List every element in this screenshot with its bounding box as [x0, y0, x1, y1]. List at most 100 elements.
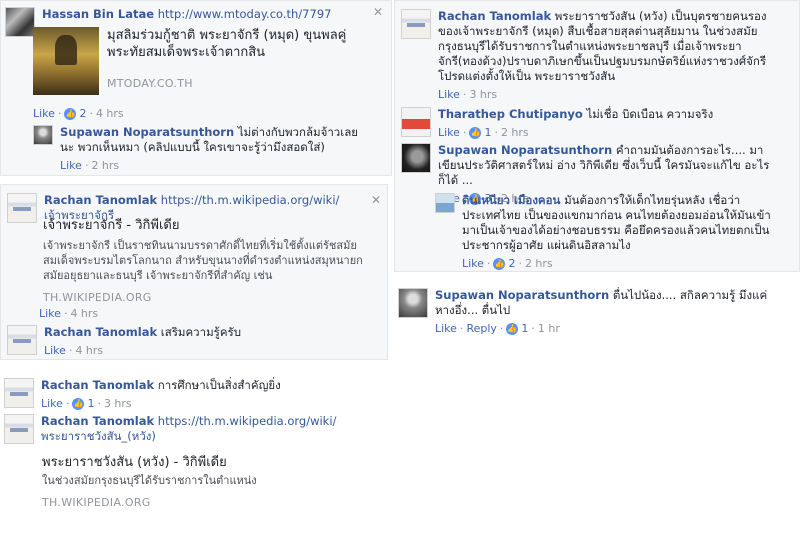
- like-button[interactable]: Like: [438, 125, 460, 140]
- like-button[interactable]: Like: [462, 256, 484, 271]
- comment-body: Supawan Noparatsunthorn ไม่ต่างกับพวกล้ม…: [60, 125, 363, 173]
- like-count[interactable]: 1: [484, 125, 491, 140]
- author-name[interactable]: Rachan Tanomlak: [41, 378, 154, 392]
- link-preview[interactable]: พระยาราชวังสัน (หวัง) - วิกิพีเดีย ในช่ว…: [42, 454, 362, 509]
- preview-description: ในช่วงสมัยกรุงธนบุรีได้รับราชการในตำแหน่…: [42, 474, 257, 487]
- author-name[interactable]: Rachan Tanomlak: [438, 9, 551, 23]
- comment-body: Rachan Tanomlak การศึกษาเป็นสิ่งสำคัญยิ่…: [41, 378, 281, 411]
- preview-title[interactable]: พระยาราชวังสัน (หวัง) - วิกิพีเดีย: [42, 454, 362, 471]
- comment-body: ดินเหนียว เมืองคอน มันต้องการให้เด็กไทยร…: [462, 193, 780, 271]
- like-button[interactable]: Like: [41, 396, 63, 411]
- author-name[interactable]: Rachan Tanomlak: [44, 193, 157, 207]
- timestamp[interactable]: 4 hrs: [75, 343, 103, 358]
- preview-domain: TH.WIKIPEDIA.ORG: [42, 496, 151, 509]
- comment-body: Supawan Noparatsunthorn ตื่นไปน้อง.... ส…: [435, 288, 779, 336]
- comment-panel-d: Rachan Tanomlak พระยาราชวังสัน (หวัง) เป…: [394, 0, 800, 272]
- like-thumb-icon: 👍: [493, 257, 506, 270]
- author-name[interactable]: Supawan Noparatsunthorn: [435, 288, 609, 302]
- comment-meta: Like · Reply · 👍 1 · 1 hr: [435, 321, 560, 336]
- avatar[interactable]: [7, 193, 37, 223]
- comment-meta: Like · 👍 1 · 2 hrs: [438, 125, 529, 140]
- like-thumb-icon: 👍: [506, 322, 519, 335]
- comment-link[interactable]: http://www.mtoday.co.th/7797: [158, 7, 332, 21]
- reply-button[interactable]: Reply: [466, 321, 496, 336]
- like-button[interactable]: Like: [438, 87, 460, 102]
- comment-text: การศึกษาเป็นสิ่งสำคัญยิ่ง: [157, 378, 281, 392]
- like-thumb-icon: 👍: [64, 107, 77, 120]
- comment-panel-e: Supawan Noparatsunthorn ตื่นไปน้อง.... ส…: [392, 280, 800, 342]
- comment: Supawan Noparatsunthorn ตื่นไปน้อง.... ส…: [398, 288, 794, 336]
- avatar[interactable]: [401, 107, 431, 137]
- comment-panel-b: ✕ Rachan Tanomlak https://th.m.wikipedia…: [0, 184, 388, 360]
- preview-title[interactable]: เจ้าพระยาจักรี - วิกิพีเดีย: [43, 217, 363, 234]
- like-count[interactable]: 1: [521, 321, 528, 336]
- like-button[interactable]: Like: [435, 321, 457, 336]
- comment-meta: Like · 👍 1 · 3 hrs: [41, 396, 132, 411]
- preview-image[interactable]: [33, 27, 99, 95]
- link-preview[interactable]: มุสลิมร่วมกู้ชาติ พระยาจักรี (หมุด) ขุนพ…: [33, 27, 353, 95]
- author-name[interactable]: Supawan Noparatsunthorn: [438, 143, 612, 157]
- like-count[interactable]: 2: [508, 256, 515, 271]
- avatar[interactable]: [435, 193, 455, 213]
- comment: Tharathep Chutipanyo ไม่เชื่อ บิดเบือน ค…: [401, 107, 793, 140]
- timestamp[interactable]: 2 hrs: [525, 256, 553, 271]
- like-thumb-icon: 👍: [469, 126, 482, 139]
- comment-text: ไม่เชื่อ บิดเบือน ความจริง: [586, 107, 714, 121]
- comment: Rachan Tanomlak เสริมความรู้ครับ Like · 4…: [7, 325, 367, 358]
- preview-description: เจ้าพระยาจักรี เป็นราชทินนามบรรดาศักดิ์ไ…: [43, 239, 363, 282]
- comment-body: Tharathep Chutipanyo ไม่เชื่อ บิดเบือน ค…: [438, 107, 784, 140]
- avatar[interactable]: [401, 9, 431, 39]
- like-count[interactable]: 2: [79, 107, 86, 120]
- comment-body: Rachan Tanomlak เสริมความรู้ครับ Like · 4…: [44, 325, 241, 358]
- timestamp[interactable]: 2 hrs: [501, 125, 529, 140]
- author-name[interactable]: ดินเหนียว เมืองคอน: [462, 193, 560, 207]
- author-name[interactable]: Rachan Tanomlak: [41, 414, 154, 428]
- avatar[interactable]: [4, 378, 34, 408]
- avatar[interactable]: [33, 125, 53, 145]
- comment-panel-c: Rachan Tanomlak การศึกษาเป็นสิ่งสำคัญยิ่…: [0, 372, 388, 512]
- comment-body: Rachan Tanomlak พระยาราชวังสัน (หวัง) เป…: [438, 9, 784, 102]
- author-name[interactable]: Rachan Tanomlak: [44, 325, 157, 339]
- avatar[interactable]: [5, 7, 35, 37]
- like-button[interactable]: Like: [33, 107, 55, 120]
- close-icon[interactable]: ✕: [371, 193, 381, 207]
- avatar[interactable]: [4, 414, 34, 444]
- timestamp[interactable]: 3 hrs: [104, 396, 132, 411]
- like-button[interactable]: Like: [60, 158, 82, 173]
- comment-meta: Like · 3 hrs: [438, 87, 498, 102]
- comment-body: Hassan Bin Latae http://www.mtoday.co.th…: [42, 7, 331, 22]
- comment: Rachan Tanomlak การศึกษาเป็นสิ่งสำคัญยิ่…: [4, 378, 364, 411]
- like-thumb-icon: 👍: [72, 397, 85, 410]
- preview-domain: MTODAY.CO.TH: [107, 77, 193, 90]
- close-icon[interactable]: ✕: [373, 5, 383, 19]
- avatar[interactable]: [398, 288, 428, 318]
- link-preview[interactable]: เจ้าพระยาจักรี - วิกิพีเดีย เจ้าพระยาจัก…: [43, 217, 363, 304]
- comment-text: เสริมความรู้ครับ: [160, 325, 242, 339]
- comment-panel-a: ✕ Hassan Bin Latae http://www.mtoday.co.…: [0, 0, 392, 176]
- reply-comment: ดินเหนียว เมืองคอน มันต้องการให้เด็กไทยร…: [435, 193, 795, 271]
- comment: Rachan Tanomlak พระยาราชวังสัน (หวัง) เป…: [401, 9, 793, 102]
- timestamp[interactable]: 3 hrs: [469, 87, 497, 102]
- comment-body: Rachan Tanomlak https://th.m.wikipedia.o…: [41, 414, 351, 444]
- like-button[interactable]: Like: [44, 343, 66, 358]
- comment-meta: Like · 2 hrs: [60, 158, 120, 173]
- comment-meta: Like · 4 hrs: [44, 343, 104, 358]
- comment-meta: Like · 4 hrs: [39, 307, 99, 320]
- preview-title[interactable]: มุสลิมร่วมกู้ชาติ พระยาจักรี (หมุด) ขุนพ…: [107, 27, 353, 61]
- reply-comment: Supawan Noparatsunthorn ไม่ต่างกับพวกล้ม…: [33, 125, 363, 173]
- timestamp[interactable]: 4 hrs: [70, 307, 98, 320]
- timestamp[interactable]: 1 hr: [538, 321, 560, 336]
- comment: Rachan Tanomlak https://th.m.wikipedia.o…: [4, 414, 364, 444]
- preview-domain: TH.WIKIPEDIA.ORG: [43, 291, 152, 304]
- timestamp[interactable]: 4 hrs: [96, 107, 124, 120]
- comment-meta: Like · 👍 2 · 4 hrs: [33, 107, 124, 120]
- timestamp[interactable]: 2 hrs: [91, 158, 119, 173]
- comment-meta: Like · 👍 2 · 2 hrs: [462, 256, 553, 271]
- author-name[interactable]: Tharathep Chutipanyo: [438, 107, 583, 121]
- author-name[interactable]: Supawan Noparatsunthorn: [60, 125, 234, 139]
- author-name[interactable]: Hassan Bin Latae: [42, 7, 154, 21]
- avatar[interactable]: [401, 143, 431, 173]
- avatar[interactable]: [7, 325, 37, 355]
- like-count[interactable]: 1: [87, 396, 94, 411]
- like-button[interactable]: Like: [39, 307, 61, 320]
